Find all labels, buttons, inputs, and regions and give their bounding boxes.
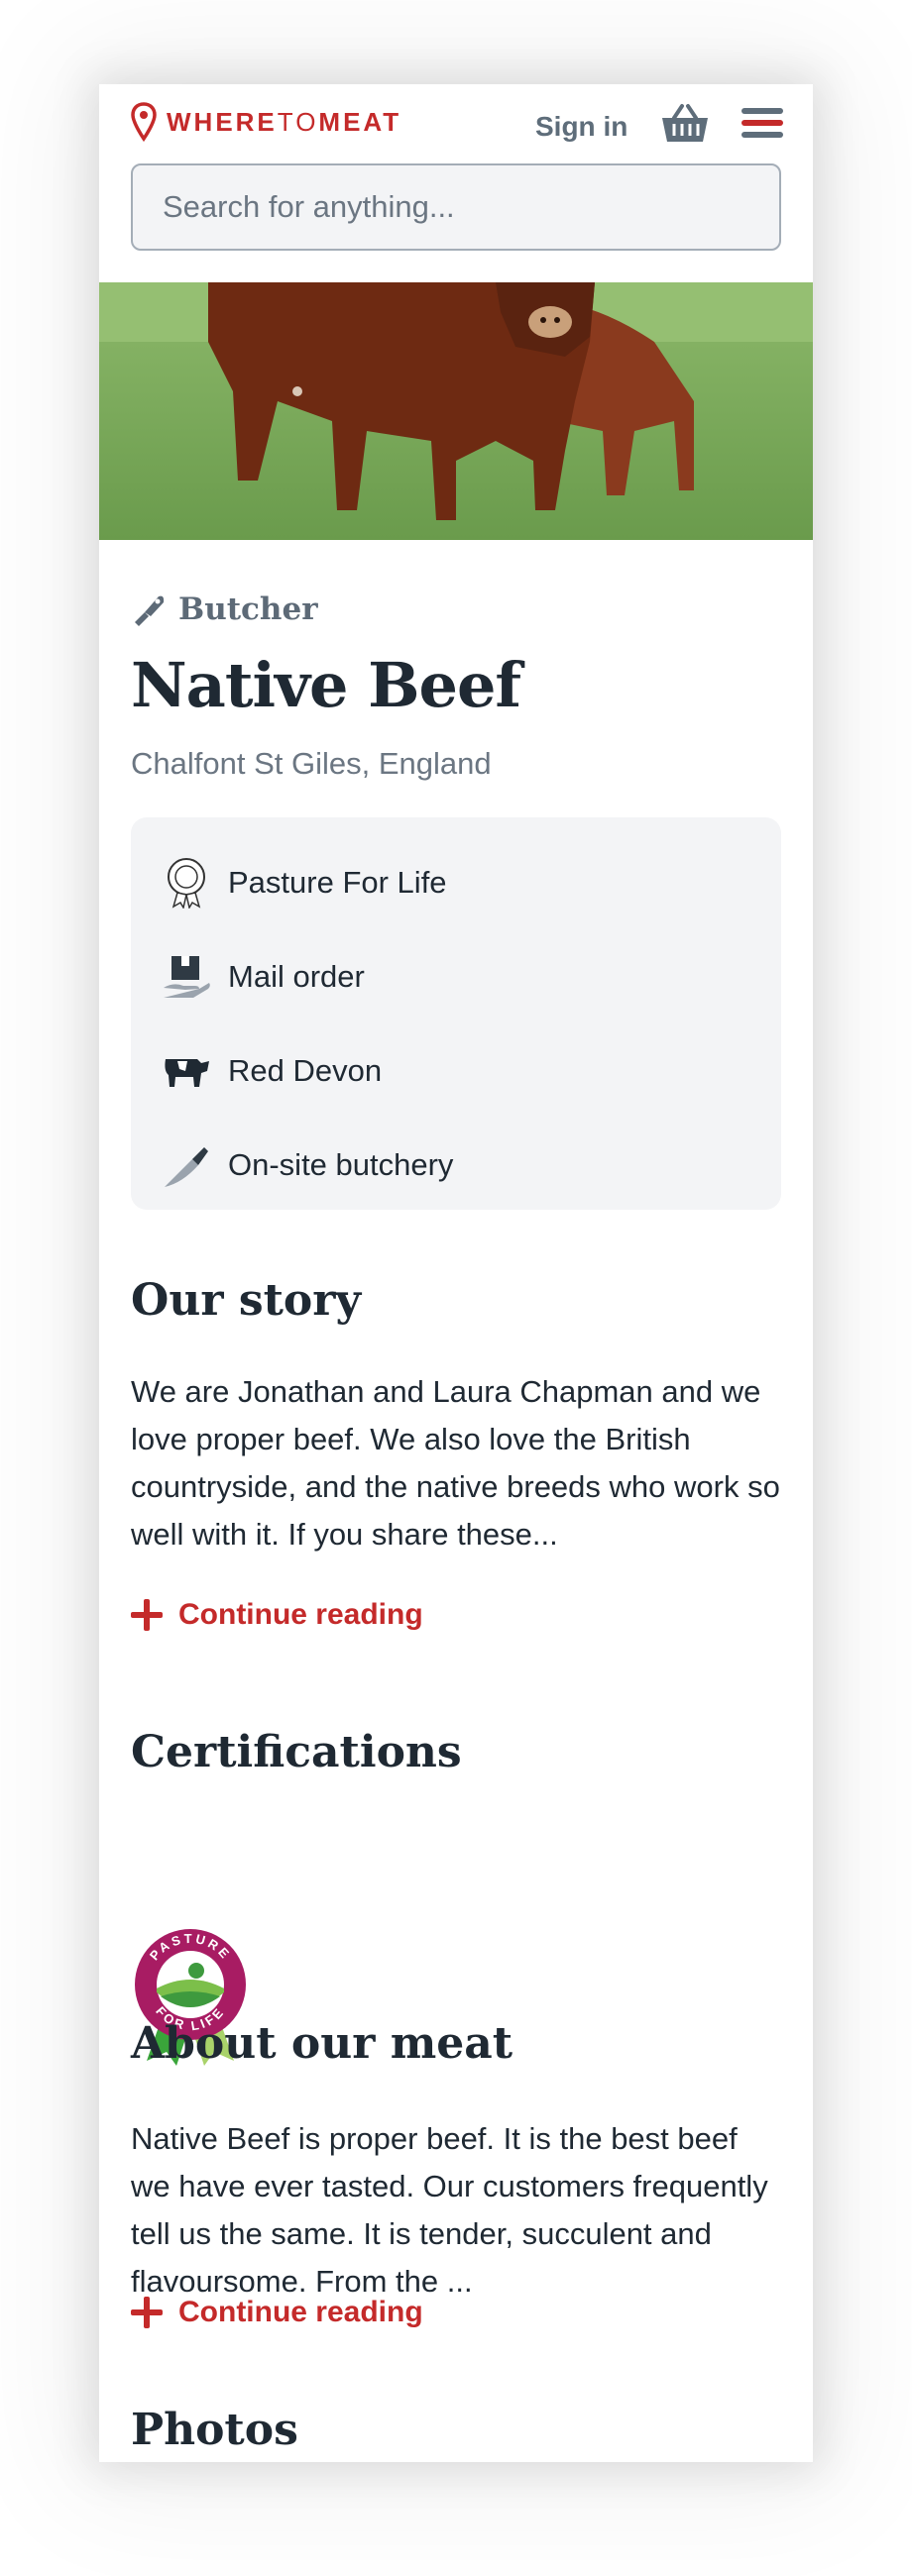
pasture-badge-icon [161, 857, 212, 909]
continue-reading-label: Continue reading [178, 1598, 423, 1631]
feature-item: Pasture For Life [131, 835, 781, 929]
feature-item: On-site butchery [131, 1118, 781, 1212]
basket-icon[interactable] [660, 102, 710, 149]
about-text: Native Beef is proper beef. It is the be… [131, 2121, 768, 2299]
cow-icon [161, 1045, 212, 1097]
about-heading: About our meat [131, 2018, 513, 2069]
sign-in-link[interactable]: Sign in [535, 111, 627, 143]
feature-item: Red Devon [131, 1023, 781, 1118]
site-header: WHERETOMEAT Sign in [99, 84, 813, 282]
category-tag: Butcher [131, 591, 318, 627]
story-continue-reading-link[interactable]: Continue reading [131, 1598, 423, 1632]
feature-label: On-site butchery [228, 1146, 454, 1182]
photos-heading: Photos [131, 2405, 298, 2455]
continue-reading-label: Continue reading [178, 2296, 423, 2328]
mobile-page: WHERETOMEAT Sign in Search for anything.… [99, 84, 813, 2462]
hero-image [99, 282, 813, 540]
feature-label: Red Devon [228, 1052, 383, 1088]
map-pin-icon [131, 102, 157, 142]
cleaver-icon [135, 595, 165, 626]
features-panel: Pasture For Life Mail order Red Devon On… [131, 817, 781, 1210]
site-logo[interactable]: WHERETOMEAT [131, 102, 401, 142]
plus-icon [131, 1599, 163, 1631]
story-text: We are Jonathan and Laura Chapman and we… [131, 1374, 780, 1552]
brand-name: WHERETOMEAT [167, 106, 402, 137]
parcel-hand-icon [161, 951, 212, 1003]
certifications-heading: Certifications [131, 1727, 462, 1777]
listing-location: Chalfont St Giles, England [131, 746, 492, 781]
story-heading: Our story [131, 1275, 362, 1326]
feature-label: Mail order [228, 958, 365, 994]
knife-icon [161, 1139, 212, 1191]
hamburger-menu-icon[interactable] [741, 108, 783, 144]
category-label: Butcher [178, 591, 318, 627]
search-input[interactable] [131, 163, 781, 251]
about-continue-reading-link[interactable]: Continue reading [131, 2296, 423, 2329]
feature-label: Pasture For Life [228, 864, 447, 900]
listing-title: Native Beef [131, 649, 521, 721]
plus-icon [131, 2297, 163, 2328]
feature-item: Mail order [131, 929, 781, 1023]
